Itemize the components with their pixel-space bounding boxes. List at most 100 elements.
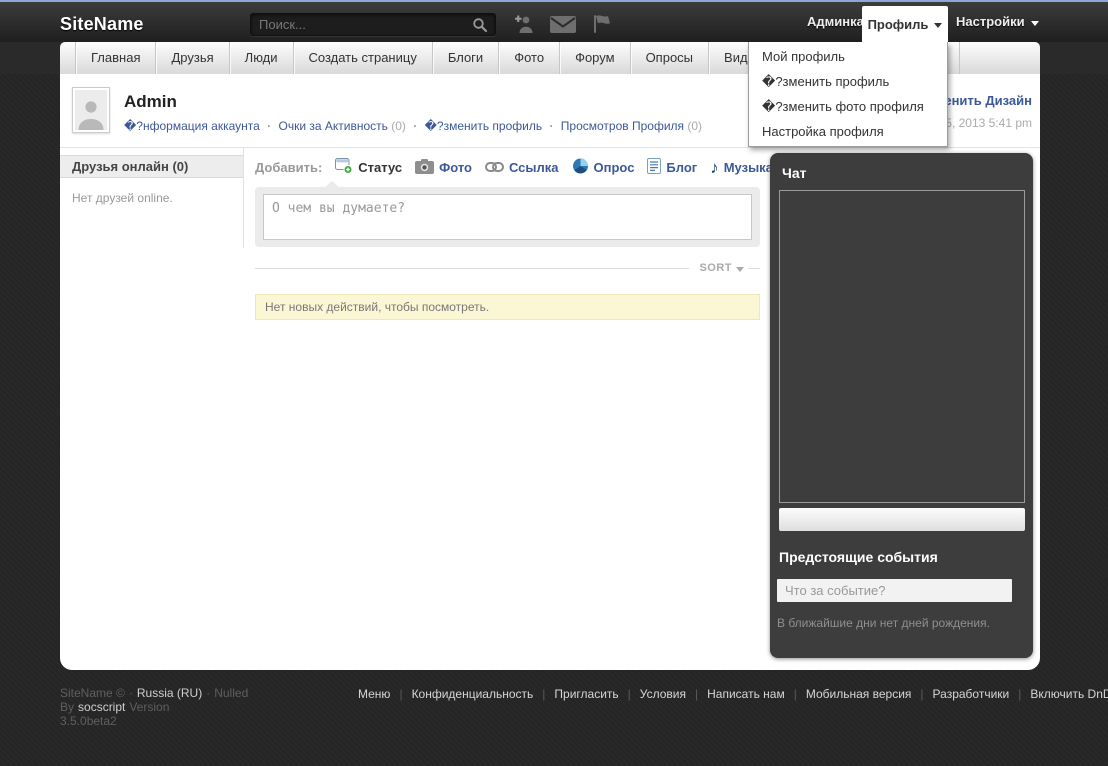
caret-down-icon — [736, 267, 744, 272]
menu-item-profile-settings[interactable]: Настройка профиля — [749, 119, 947, 144]
content-area: Admin �?нформация аккаунта · Очки за Акт… — [60, 74, 1040, 670]
caret-down-icon — [934, 23, 942, 28]
camera-icon — [415, 159, 434, 177]
separator: | — [920, 687, 923, 701]
add-music-button[interactable]: ♪ Музыка — [710, 160, 773, 175]
status-icon — [335, 158, 353, 177]
profile-menu-trigger[interactable]: Профиль — [862, 6, 948, 42]
avatar[interactable] — [72, 87, 110, 133]
menu-item-edit-profile-photo[interactable]: �?зменить фото профиля — [749, 94, 947, 119]
footer-meta: SiteName ©·Russia (RU)·Nulled Bysocscrip… — [60, 686, 350, 728]
music-note-icon: ♪ — [710, 161, 719, 175]
add-label: Добавить: — [255, 160, 322, 175]
tab-blogs[interactable]: Блоги — [432, 42, 498, 74]
page: SiteName Админка Настройки Главн — [0, 0, 1108, 766]
tab-photos[interactable]: Фото — [498, 42, 559, 74]
footer-link-developers[interactable]: Разработчики — [933, 687, 1010, 701]
status-composer — [255, 187, 760, 247]
footer-sitename: SiteName © — [60, 686, 125, 700]
footer-version-label: Version — [129, 700, 169, 714]
footer-link-invite[interactable]: Пригласить — [554, 687, 618, 701]
upcoming-events-title: Предстоящие события — [779, 549, 938, 565]
document-icon — [647, 158, 661, 177]
profile-date: 5, 2013 5:41 pm — [945, 116, 1032, 130]
site-logo[interactable]: SiteName — [60, 14, 144, 35]
chain-link-icon — [485, 160, 504, 175]
search-icon[interactable] — [472, 17, 490, 33]
tab-forum[interactable]: Форум — [559, 42, 630, 74]
add-blog-button[interactable]: Блог — [647, 158, 697, 177]
friends-online-empty: Нет друзей online. — [72, 191, 173, 205]
add-friend-icon[interactable] — [514, 14, 535, 34]
footer-link-terms[interactable]: Условия — [640, 687, 686, 701]
add-link-button[interactable]: Ссылка — [485, 160, 559, 175]
activity-points-count: (0) — [391, 119, 406, 133]
admin-link[interactable]: Админка — [807, 2, 864, 42]
footer-link-mobile[interactable]: Мобильная версия — [806, 687, 912, 701]
mail-icon[interactable] — [550, 16, 576, 33]
column-divider — [243, 148, 244, 248]
separator: | — [542, 687, 545, 701]
footer-link-dnd-mode[interactable]: Включить DnD мод — [1030, 687, 1108, 701]
birthdays-empty-text: В ближайшие дни нет дней рождения. — [777, 616, 990, 630]
flag-icon[interactable] — [591, 14, 610, 34]
profile-label: Профиль — [868, 17, 929, 32]
profile-views-count: (0) — [687, 119, 702, 133]
composer-add-row: Добавить: Статус Фото Ссылка — [255, 158, 760, 177]
footer-link-contact[interactable]: Написать нам — [707, 687, 785, 701]
profile-views-link[interactable]: Просмотров Профиля — [561, 119, 684, 133]
composer-callout-arrow — [325, 181, 339, 187]
separator: | — [695, 687, 698, 701]
search-input[interactable] — [251, 17, 472, 32]
pie-chart-icon — [572, 158, 589, 177]
chat-title: Чат — [782, 165, 806, 181]
footer-link-privacy[interactable]: Конфиденциальность — [412, 687, 534, 701]
edit-profile-link[interactable]: �?зменить профиль — [425, 119, 543, 133]
divider-line — [748, 268, 760, 269]
footer-links: Меню | Конфиденциальность | Пригласить |… — [358, 687, 1108, 701]
avatar-placeholder-icon — [75, 90, 107, 130]
tab-polls[interactable]: Опросы — [630, 42, 708, 74]
footer-link-menu[interactable]: Меню — [358, 687, 390, 701]
separator: | — [1018, 687, 1021, 701]
add-status-button[interactable]: Статус — [335, 158, 402, 177]
tab-people[interactable]: Люди — [229, 42, 293, 74]
profile-dropdown: Мой профиль �?зменить профиль �?зменить … — [748, 42, 948, 147]
sort-dropdown[interactable]: SORT — [699, 262, 744, 274]
separator: · — [413, 119, 417, 133]
feed-empty-notice: Нет новых действий, чтобы посмотреть. — [255, 294, 760, 320]
quick-icons — [514, 14, 610, 34]
separator: · — [549, 119, 553, 133]
status-textarea[interactable] — [263, 194, 752, 240]
separator: · — [206, 686, 210, 700]
separator: | — [399, 687, 402, 701]
separator: · — [267, 119, 271, 133]
chat-message-input[interactable] — [779, 508, 1025, 531]
footer-locale: Russia (RU) — [137, 686, 202, 700]
header-divider — [60, 147, 1040, 148]
feed-sort-row: SORT — [255, 262, 760, 274]
settings-label: Настройки — [956, 2, 1025, 42]
footer-version-number: 3.5.0beta2 — [60, 714, 350, 728]
tab-home[interactable]: Главная — [75, 42, 155, 74]
footer-socscript-link[interactable]: socscript — [78, 700, 125, 714]
caret-down-icon — [1031, 21, 1039, 26]
side-panel: Чат Предстоящие события В ближайшие дни … — [770, 153, 1033, 658]
tab-friends[interactable]: Друзья — [155, 42, 228, 74]
tab-create-page[interactable]: Создать страницу — [293, 42, 432, 74]
footer-meta-line1: SiteName ©·Russia (RU)·Nulled Bysocscrip… — [60, 686, 350, 714]
profile-links-row: �?нформация аккаунта · Очки за Активност… — [124, 119, 702, 133]
search-box — [250, 13, 496, 36]
profile-name: Admin — [124, 92, 177, 112]
add-photo-button[interactable]: Фото — [415, 159, 472, 177]
chat-messages-box — [779, 190, 1025, 503]
separator: · — [129, 686, 133, 700]
divider-line — [255, 268, 689, 269]
settings-menu-trigger[interactable]: Настройки — [956, 2, 1039, 42]
activity-points-link[interactable]: Очки за Активность — [278, 119, 387, 133]
event-search-input[interactable] — [777, 579, 1012, 602]
menu-item-my-profile[interactable]: Мой профиль — [749, 44, 947, 69]
add-poll-button[interactable]: Опрос — [572, 158, 635, 177]
account-info-link[interactable]: �?нформация аккаунта — [124, 119, 260, 133]
menu-item-edit-profile[interactable]: �?зменить профиль — [749, 69, 947, 94]
